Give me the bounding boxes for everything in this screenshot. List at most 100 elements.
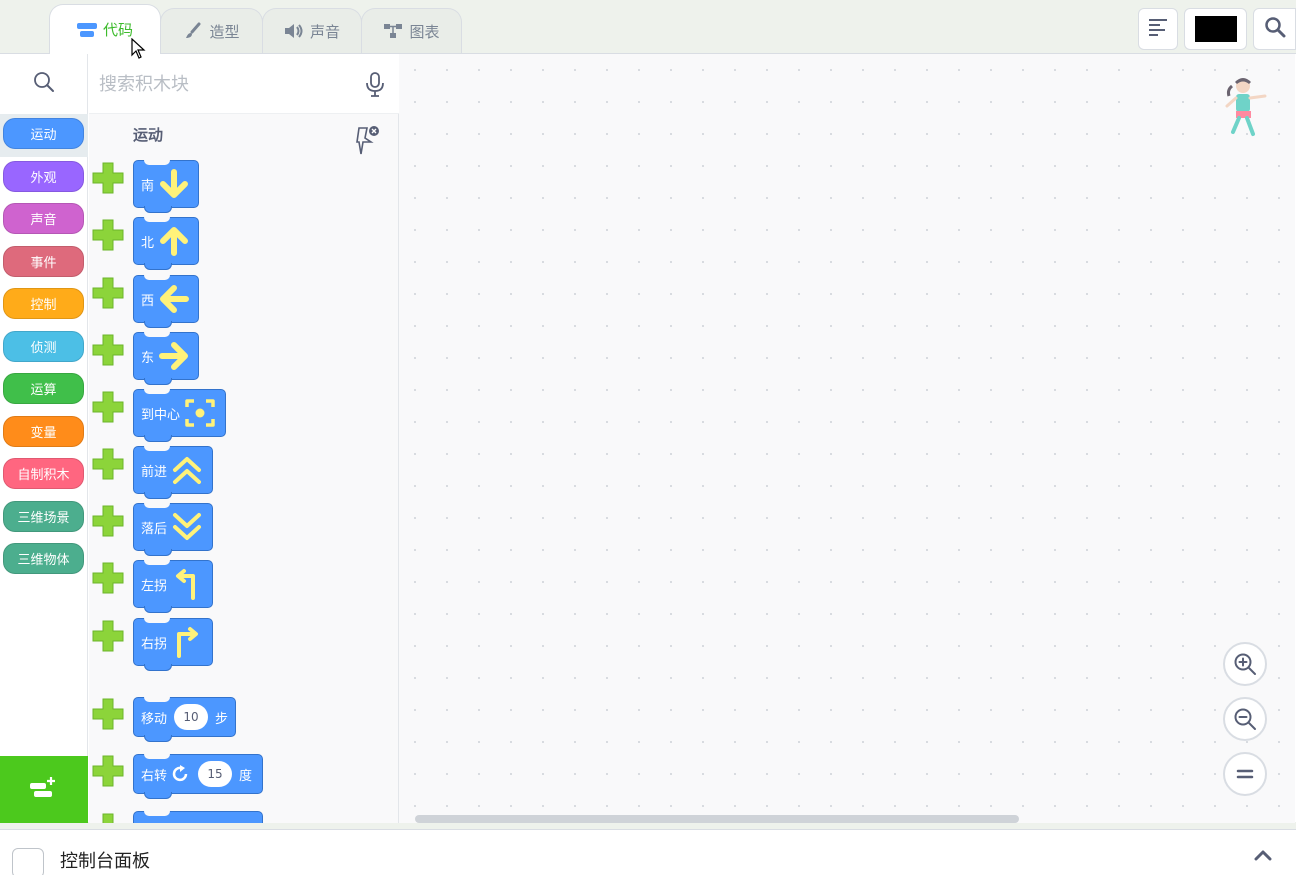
block-label: 前进 xyxy=(141,464,168,480)
mouse-cursor-icon xyxy=(131,38,146,59)
category-3d-object[interactable]: 三维物体 xyxy=(3,543,84,574)
sprite-character-icon xyxy=(1225,78,1267,136)
block-north[interactable]: 北 xyxy=(133,217,199,270)
tab-label: 图表 xyxy=(409,22,440,41)
block-label: 落后 xyxy=(141,521,168,537)
add-block-plus-icon[interactable] xyxy=(91,218,125,252)
editor-main: 运动 外观 声音 事件 控制 侦测 运算 变量 自制积木 三维场景 三维物体 运… xyxy=(0,53,1296,823)
console-panel-label: 控制台面板 xyxy=(60,851,150,872)
speaker-icon xyxy=(284,21,304,41)
rotate-clockwise-icon xyxy=(172,765,188,782)
block-label: 北 xyxy=(141,235,155,251)
block-backward[interactable]: 落后 xyxy=(133,503,213,556)
category-3d-scene[interactable]: 三维场景 xyxy=(3,501,84,532)
zoom-reset-button[interactable] xyxy=(1223,752,1267,796)
chevron-up-icon[interactable] xyxy=(1254,846,1272,865)
block-search-input[interactable] xyxy=(99,68,349,100)
brush-icon xyxy=(183,21,203,41)
search-button[interactable] xyxy=(1253,8,1296,50)
category-operators[interactable]: 运算 xyxy=(3,373,84,404)
tab-label: 代码 xyxy=(102,21,133,39)
search-icon xyxy=(33,71,55,97)
block-move-steps[interactable]: 移动 10 步 xyxy=(133,697,236,742)
tab-sounds[interactable]: 声音 xyxy=(262,8,362,53)
add-block-plus-icon[interactable] xyxy=(91,812,125,823)
turn-right-icon xyxy=(177,627,199,658)
tab-charts[interactable]: 图表 xyxy=(361,8,462,53)
block-label: 右拐 xyxy=(141,636,168,652)
category-motion[interactable]: 运动 xyxy=(3,118,84,149)
category-my-blocks[interactable]: 自制积木 xyxy=(3,458,84,489)
zoom-in-button[interactable] xyxy=(1223,642,1267,686)
add-block-plus-icon[interactable] xyxy=(91,754,125,788)
block-east[interactable]: 东 xyxy=(133,332,199,385)
block-label: 左拐 xyxy=(141,578,168,594)
unpin-icon[interactable] xyxy=(355,124,381,162)
block-label: 右转 xyxy=(141,768,168,784)
block-forward[interactable]: 前进 xyxy=(133,446,213,499)
microphone-icon[interactable] xyxy=(365,72,385,102)
color-picker-button[interactable] xyxy=(1184,8,1247,50)
zoom-out-button[interactable] xyxy=(1223,697,1267,741)
category-sound[interactable]: 声音 xyxy=(3,203,84,234)
block-label: 移动 xyxy=(141,711,168,727)
add-block-plus-icon[interactable] xyxy=(91,390,125,424)
double-chevron-up-icon xyxy=(173,457,202,484)
add-extension-button[interactable] xyxy=(0,756,88,823)
block-turn-right[interactable]: 右拐 xyxy=(133,618,213,671)
align-left-icon xyxy=(1148,18,1168,40)
block-turn-left[interactable]: 左拐 xyxy=(133,560,213,613)
block-label: 到中心 xyxy=(141,407,181,423)
turn-left-icon xyxy=(176,569,196,600)
block-suffix: 步 xyxy=(215,711,229,727)
add-block-plus-icon[interactable] xyxy=(91,561,125,595)
category-control[interactable]: 控制 xyxy=(3,288,84,319)
steps-input[interactable]: 10 xyxy=(174,704,209,730)
add-block-plus-icon[interactable] xyxy=(91,619,125,653)
block-label: 东 xyxy=(141,350,155,366)
code-icon xyxy=(76,20,97,40)
block-west[interactable]: 西 xyxy=(133,275,199,328)
tab-label: 声音 xyxy=(309,22,340,41)
add-block-plus-icon[interactable] xyxy=(91,447,125,481)
add-block-plus-icon[interactable] xyxy=(91,504,125,538)
degrees-input[interactable]: 15 xyxy=(198,761,233,787)
double-chevron-down-icon xyxy=(173,513,202,540)
block-to-center[interactable]: 到中心 xyxy=(133,389,226,442)
block-partial[interactable] xyxy=(133,811,263,823)
color-swatch xyxy=(1194,16,1237,42)
category-menu: 运动 外观 声音 事件 控制 侦测 运算 变量 自制积木 三维场景 三维物体 xyxy=(0,54,88,823)
arrow-left-icon xyxy=(160,285,190,313)
align-button[interactable] xyxy=(1138,8,1178,50)
category-sensing[interactable]: 侦测 xyxy=(3,331,84,362)
add-block-plus-icon[interactable] xyxy=(91,697,125,731)
block-suffix: 度 xyxy=(239,768,253,784)
block-search-bar xyxy=(89,54,399,114)
chart-icon xyxy=(383,21,403,41)
category-search-button[interactable] xyxy=(0,54,88,114)
category-events[interactable]: 事件 xyxy=(3,246,84,277)
code-workspace[interactable] xyxy=(399,54,1295,823)
zoom-in-icon xyxy=(1234,653,1256,675)
block-label: 南 xyxy=(141,178,155,194)
search-icon xyxy=(1264,16,1286,42)
block-turn-degrees[interactable]: 右转 15 度 xyxy=(133,754,263,799)
block-label: 西 xyxy=(141,293,155,309)
console-checkbox[interactable] xyxy=(12,848,44,875)
equals-icon xyxy=(1236,769,1254,779)
console-panel: 控制台面板 xyxy=(0,829,1296,875)
category-looks[interactable]: 外观 xyxy=(3,161,84,192)
add-block-plus-icon[interactable] xyxy=(91,276,125,310)
category-variables[interactable]: 变量 xyxy=(3,416,84,447)
block-palette: 运动 南 北 西 东 到中心 前进 落后 左拐 右拐 移动 10 步 右转 15… xyxy=(89,114,399,823)
palette-category-title: 运动 xyxy=(133,126,164,144)
block-south[interactable]: 南 xyxy=(133,160,199,213)
tab-label: 造型 xyxy=(209,22,240,41)
add-extension-icon xyxy=(29,775,59,805)
tab-costumes[interactable]: 造型 xyxy=(160,8,263,53)
zoom-out-icon xyxy=(1234,708,1256,730)
add-block-plus-icon[interactable] xyxy=(91,333,125,367)
horizontal-scrollbar[interactable] xyxy=(415,815,1019,823)
add-block-plus-icon[interactable] xyxy=(91,161,125,195)
arrow-up-icon xyxy=(160,227,189,256)
